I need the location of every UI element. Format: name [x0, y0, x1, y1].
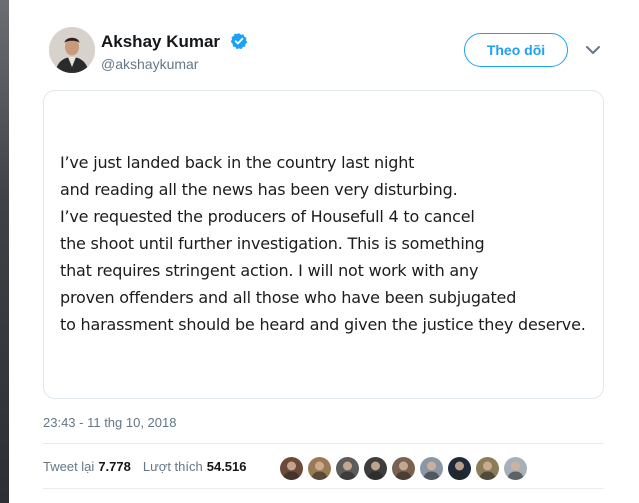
liker-avatar[interactable]: [279, 456, 304, 481]
statement-line: and reading all the news has been very d…: [60, 180, 458, 199]
statement-line: I’ve requested the producers of Houseful…: [60, 207, 475, 226]
tweet-image[interactable]: I’ve just landed back in the country las…: [43, 90, 604, 399]
divider: [43, 443, 604, 444]
statement-line: I’ve just landed back in the country las…: [60, 153, 415, 172]
liker-avatar[interactable]: [419, 456, 444, 481]
retweets-stat[interactable]: Tweet lại 7.778: [43, 459, 131, 474]
tweet-card: Akshay Kumar @akshaykumar Theo dõi I’ve …: [9, 0, 639, 503]
retweets-label: Tweet lại: [43, 459, 95, 474]
display-name[interactable]: Akshay Kumar: [101, 32, 220, 52]
liker-avatars: [279, 456, 528, 481]
statement-line: proven offenders and all those who have …: [60, 288, 517, 307]
liker-avatar[interactable]: [363, 456, 388, 481]
statement-line: the shoot until further investigation. T…: [60, 234, 485, 253]
divider: [43, 488, 604, 489]
user-handle[interactable]: @akshaykumar: [101, 56, 198, 72]
likes-label: Lượt thích: [142, 459, 203, 474]
liker-avatar[interactable]: [447, 456, 472, 481]
tweet-stats: Tweet lại 7.778 Lượt thích 54.516: [43, 459, 247, 474]
retweets-count: 7.778: [98, 459, 131, 474]
likes-count: 54.516: [206, 459, 247, 474]
liker-avatar[interactable]: [503, 456, 528, 481]
statement-line: that requires stringent action. I will n…: [60, 261, 479, 280]
liker-avatar[interactable]: [335, 456, 360, 481]
liker-avatar[interactable]: [307, 456, 332, 481]
liker-avatar[interactable]: [475, 456, 500, 481]
liker-avatar[interactable]: [391, 456, 416, 481]
avatar[interactable]: [49, 27, 95, 73]
tweet-timestamp[interactable]: 23:43 - 11 thg 10, 2018: [43, 415, 176, 430]
verified-badge-icon: [230, 33, 248, 50]
follow-button[interactable]: Theo dõi: [464, 33, 568, 67]
chevron-down-icon[interactable]: [585, 44, 601, 56]
background-strip: [0, 0, 9, 503]
likes-stat[interactable]: Lượt thích 54.516: [143, 459, 247, 474]
statement-line: to harassment should be heard and given …: [60, 315, 586, 334]
image-statement-text: I’ve just landed back in the country las…: [60, 149, 600, 338]
